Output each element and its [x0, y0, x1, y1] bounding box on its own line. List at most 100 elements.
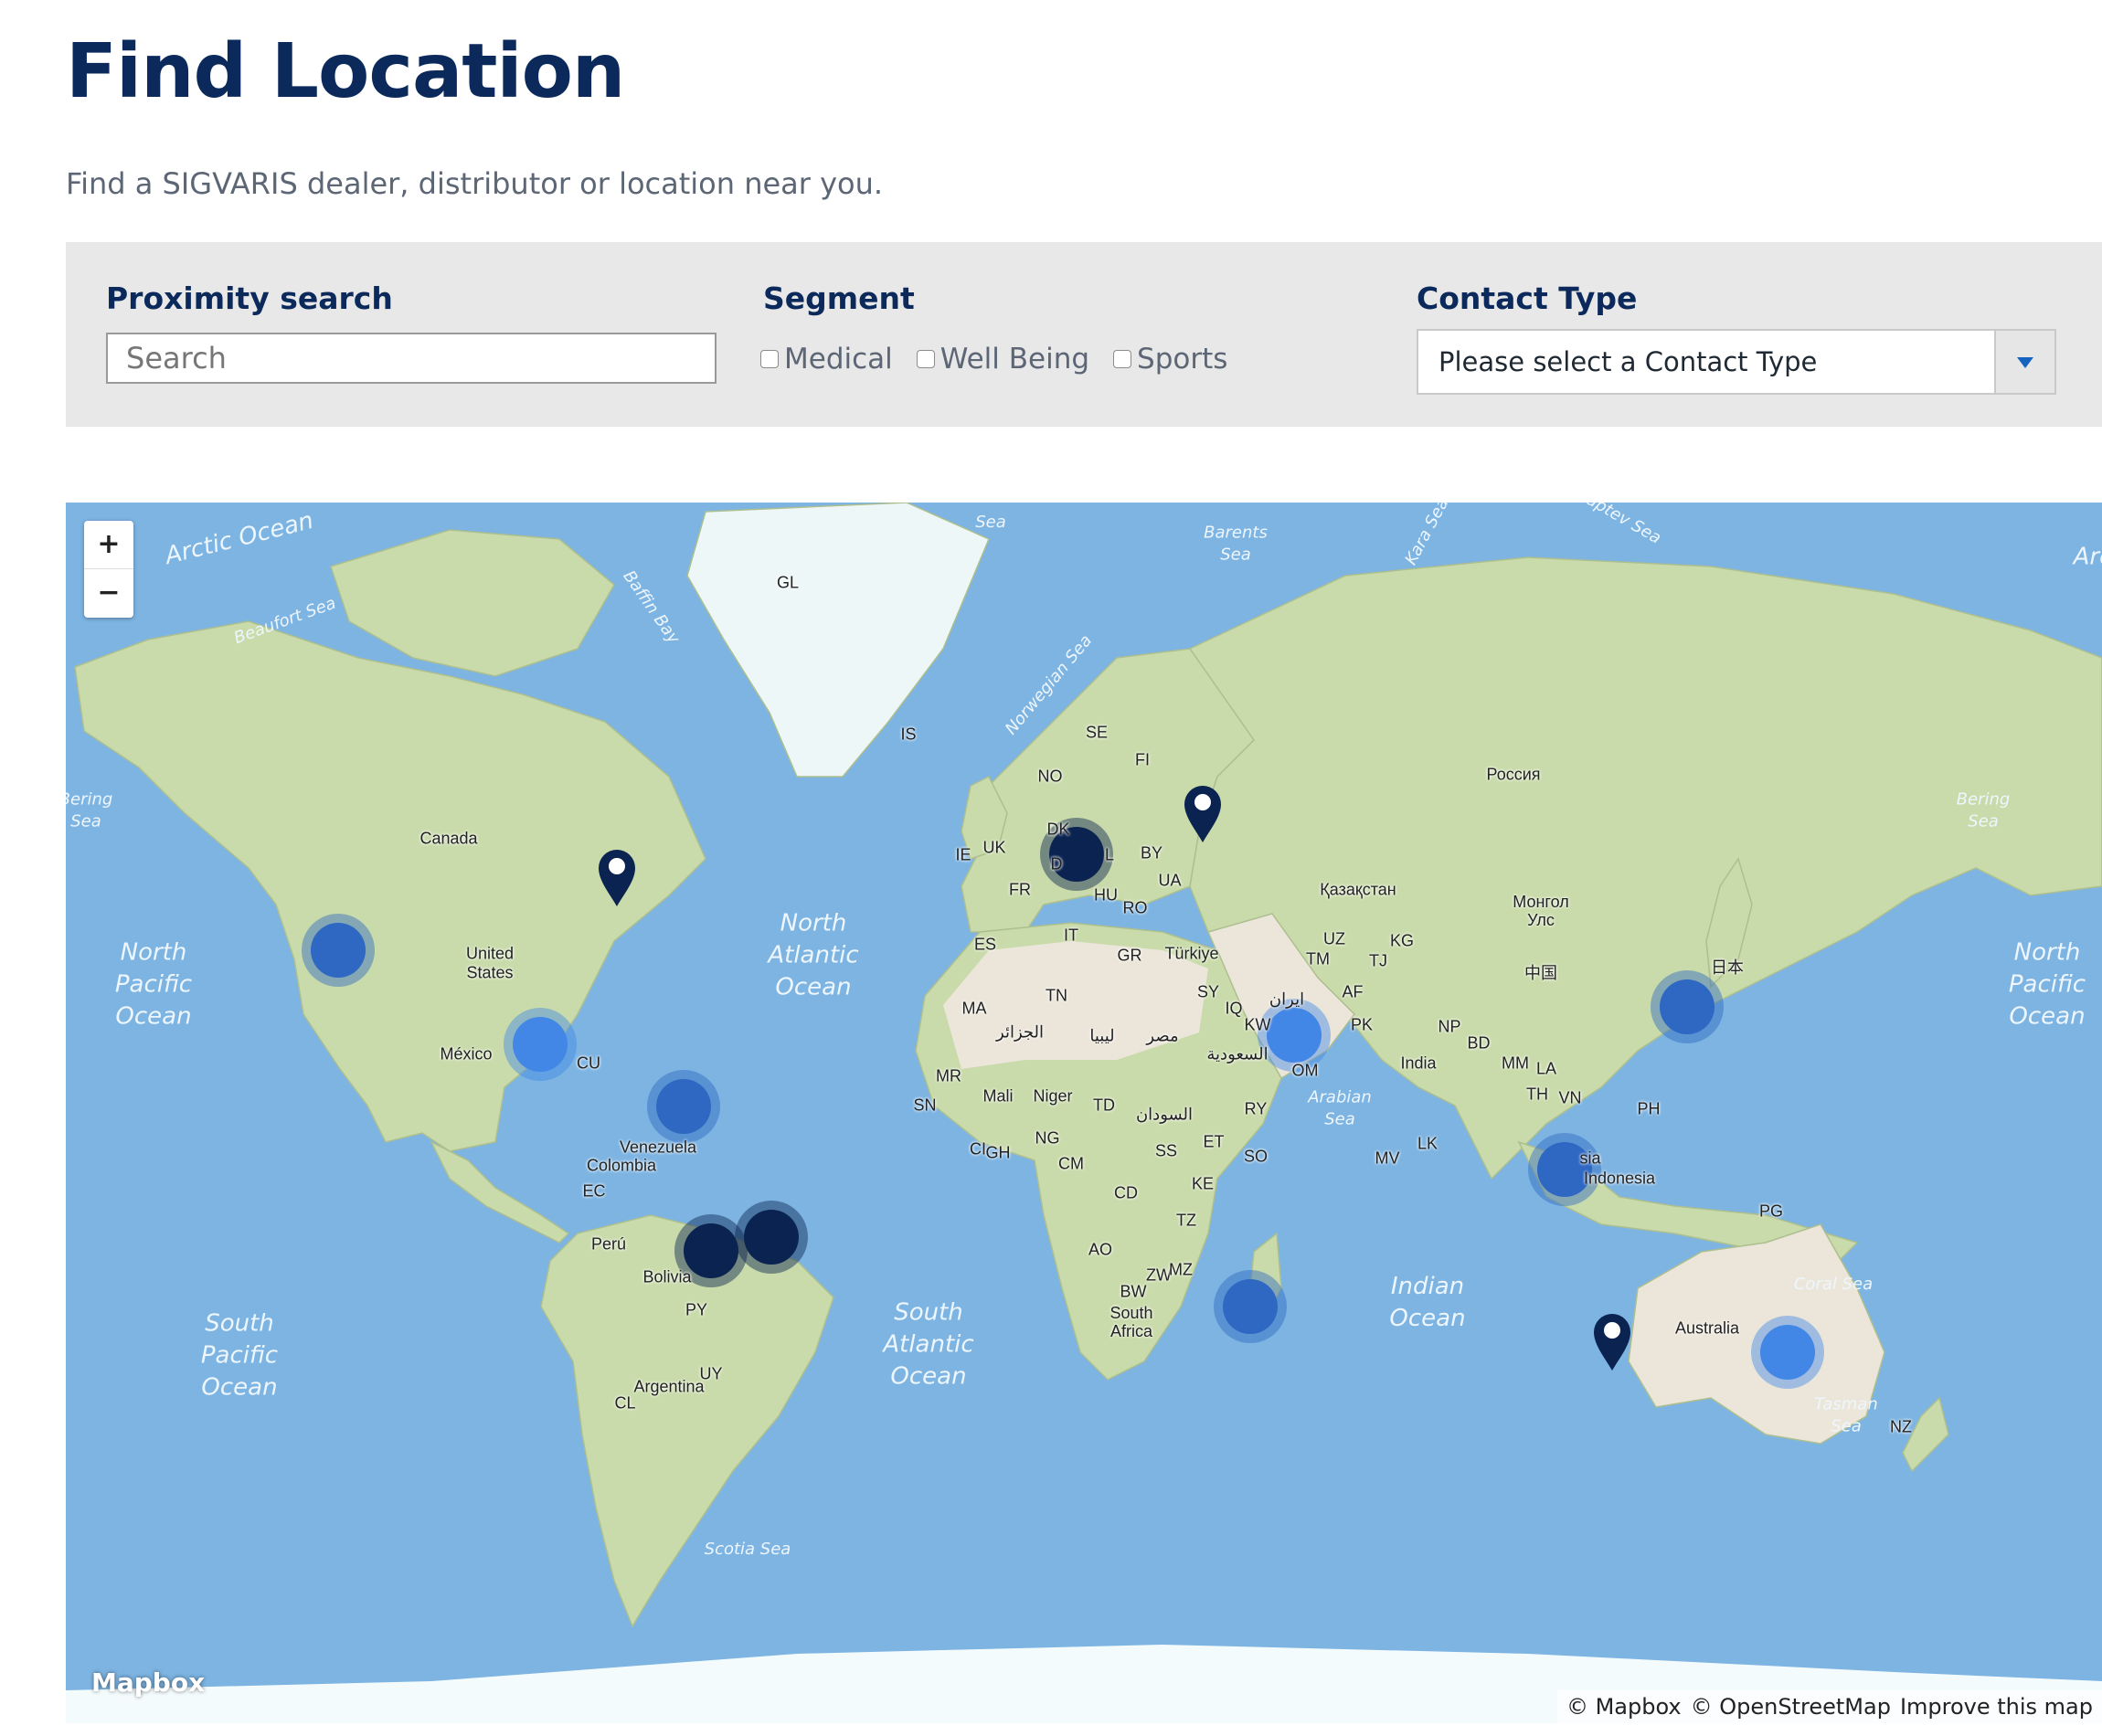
page-subtitle: Find a SIGVARIS dealer, distributor or l…: [66, 166, 884, 201]
country-label-ss: SS: [1154, 1141, 1178, 1160]
country-label-libya: ليبيا: [1089, 1026, 1115, 1045]
well-being-checkbox-label: Well Being: [940, 343, 1090, 376]
country-label-td: TD: [1093, 1096, 1115, 1115]
cluster-marker-us-west[interactable]: [302, 914, 375, 987]
country-label-ye: RY: [1244, 1099, 1268, 1118]
country-label-mongolia: Монгол Улс: [1513, 893, 1569, 929]
cluster-marker-caribbean[interactable]: [647, 1070, 720, 1143]
medical-checkbox-label: Medical: [784, 343, 893, 376]
country-label-np: NP: [1438, 1017, 1461, 1036]
country-label-niger: Niger: [1033, 1086, 1073, 1106]
proximity-search-label: Proximity search: [106, 281, 393, 316]
map-attribution: © Mapbox © OpenStreetMap Improve this ma…: [1556, 1690, 2102, 1723]
country-label-no: NO: [1037, 767, 1063, 786]
cluster-marker-japan[interactable]: [1651, 970, 1724, 1043]
sports-checkbox-label: Sports: [1137, 343, 1228, 376]
map[interactable]: Arctic Ocean Arc North Pacific Ocean Nor…: [66, 503, 2102, 1723]
sea-label-bering-right: Bering Sea: [1956, 789, 2011, 831]
country-label-ie: IE: [955, 845, 971, 864]
country-label-canada: Canada: [419, 829, 478, 848]
country-label-mexico: México: [440, 1044, 493, 1064]
sports-checkbox[interactable]: [1113, 350, 1132, 368]
country-label-sia: sia: [1579, 1149, 1601, 1168]
country-label-om: OM: [1291, 1061, 1319, 1080]
improve-map-link[interactable]: Improve this map: [1900, 1694, 2093, 1720]
country-label-tz: TZ: [1176, 1211, 1196, 1230]
country-label-es: ES: [973, 935, 997, 954]
search-input[interactable]: [106, 333, 717, 384]
country-label-gl: GL: [776, 573, 800, 592]
country-label-tj: TJ: [1369, 951, 1387, 970]
country-label-colombia: Colombia: [586, 1156, 657, 1175]
country-label-mv: MV: [1375, 1149, 1400, 1168]
ocean-label-north-pacific-left: North Pacific Ocean: [114, 938, 193, 1031]
sea-label-top: Sea: [975, 512, 1006, 532]
country-label-et: ET: [1203, 1132, 1225, 1151]
cluster-marker-australia[interactable]: [1751, 1316, 1824, 1389]
country-label-cm: CM: [1058, 1154, 1084, 1173]
country-label-tm: TM: [1306, 949, 1330, 969]
cluster-marker-madagascar[interactable]: [1214, 1270, 1287, 1343]
country-label-ec: EC: [582, 1181, 606, 1201]
map-canvas[interactable]: [66, 503, 2102, 1723]
country-label-th: TH: [1526, 1085, 1548, 1104]
country-label-mm: MM: [1502, 1053, 1529, 1073]
country-label-saudi: السعودية: [1206, 1044, 1269, 1064]
mapbox-logo[interactable]: Mapbox: [91, 1667, 205, 1698]
country-label-sn: SN: [913, 1096, 937, 1115]
sea-label-scotia: Scotia Sea: [704, 1539, 791, 1559]
medical-checkbox[interactable]: [760, 350, 779, 368]
ocean-label-north-atlantic: North Atlantic Ocean: [768, 909, 859, 1001]
country-label-so: SO: [1243, 1147, 1269, 1166]
country-label-cl: CL: [614, 1393, 636, 1413]
country-label-cd: CD: [1114, 1183, 1138, 1202]
country-label-south-africa: South Africa: [1109, 1304, 1153, 1340]
country-label-tn: TN: [1046, 986, 1067, 1005]
segment-sports[interactable]: Sports: [1113, 343, 1227, 376]
country-label-sy: SY: [1196, 982, 1220, 1001]
country-label-se: SE: [1085, 723, 1109, 742]
country-label-gh: GH: [985, 1143, 1011, 1162]
openstreetmap-attribution-link[interactable]: © OpenStreetMap: [1691, 1694, 1891, 1720]
segment-well-being[interactable]: Well Being: [916, 343, 1090, 376]
country-label-fi: FI: [1135, 750, 1150, 769]
filter-panel: Proximity search Segment Medical Well Be…: [66, 242, 2102, 427]
country-label-gr: GR: [1117, 946, 1142, 965]
sea-label-bering-left: Bering Sea: [66, 789, 113, 831]
country-label-pg: PG: [1758, 1201, 1784, 1221]
country-label-uz: UZ: [1323, 929, 1345, 948]
well-being-checkbox[interactable]: [916, 350, 935, 368]
country-label-ci: CI: [970, 1139, 986, 1159]
country-label-nz: NZ: [1890, 1417, 1912, 1436]
country-label-is: IS: [900, 725, 917, 744]
country-label-russia: Россия: [1486, 765, 1541, 784]
country-label-lk: LK: [1417, 1134, 1438, 1153]
ocean-label-north-pacific-right: North Pacific Ocean: [2008, 938, 2086, 1031]
cluster-marker-brazil-east[interactable]: [735, 1201, 808, 1274]
country-label-peru: Perú: [590, 1234, 627, 1254]
sea-label-arabian: Arabian Sea: [1308, 1087, 1372, 1129]
segment-label: Segment: [763, 281, 915, 316]
segment-medical[interactable]: Medical: [760, 343, 893, 376]
country-label-hu: HU: [1094, 885, 1118, 905]
country-label-kw: KW: [1244, 1015, 1271, 1034]
chevron-down-icon[interactable]: [1994, 331, 2054, 393]
zoom-in-button[interactable]: +: [84, 521, 133, 569]
zoom-control: + −: [84, 521, 133, 618]
country-label-it: IT: [1064, 926, 1078, 945]
cluster-marker-us-south[interactable]: [504, 1008, 577, 1081]
country-label-de: D: [1050, 854, 1063, 873]
country-label-ng: NG: [1035, 1128, 1060, 1148]
contact-type-select[interactable]: Please select a Contact Type: [1417, 329, 2056, 395]
country-label-ro: RO: [1122, 898, 1148, 917]
page-title: Find Location: [66, 28, 625, 115]
country-label-dk: DK: [1046, 820, 1070, 839]
country-label-japan: 日本: [1711, 958, 1744, 977]
country-label-kg: KG: [1389, 931, 1415, 950]
country-label-bd: BD: [1467, 1033, 1491, 1053]
country-label-mali: Mali: [982, 1086, 1014, 1106]
mapbox-attribution-link[interactable]: © Mapbox: [1566, 1694, 1682, 1720]
zoom-out-button[interactable]: −: [84, 569, 133, 617]
ocean-label-arctic-right: Arc: [2073, 543, 2102, 571]
country-label-venezuela: Venezuela: [619, 1138, 697, 1157]
